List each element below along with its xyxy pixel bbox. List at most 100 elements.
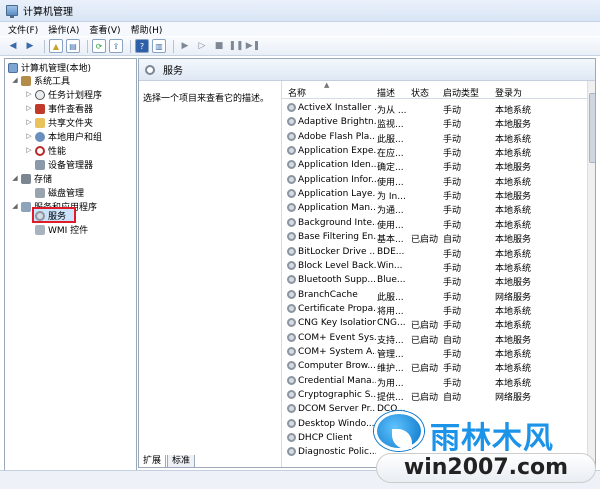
service-description: 提供... xyxy=(377,393,404,403)
show-hide-tree-icon[interactable]: ▤ xyxy=(66,39,80,53)
pause-service-icon[interactable]: ❚❚ xyxy=(228,39,243,53)
column-status[interactable]: 状态 xyxy=(411,86,429,99)
service-row[interactable]: BitLocker Drive ... BDE... 手动 本地系统 xyxy=(282,245,587,260)
service-name: Computer Brow... xyxy=(298,361,376,372)
up-folder-icon[interactable]: ▲ xyxy=(49,39,63,53)
service-row[interactable]: CNG Key Isolation CNG... 已启动 手动 本地系统 xyxy=(282,316,587,332)
service-row[interactable]: Application Infor... 使用... 手动 本地系统 xyxy=(282,173,587,188)
service-logon-as: 本地系统 xyxy=(495,263,532,274)
gear-icon xyxy=(287,361,296,371)
service-row[interactable]: Computer Brow... 维护... 已启动 手动 本地系统 xyxy=(282,359,587,374)
service-row[interactable]: Bluetooth Supp... Blue... 手动 本地服务 xyxy=(282,273,587,288)
column-name[interactable]: 名称 xyxy=(288,86,306,99)
tab-extended[interactable]: 扩展 xyxy=(138,455,167,468)
service-description: 管理... xyxy=(377,349,404,360)
tree-item-services[interactable]: 服务 xyxy=(35,209,66,222)
start-service-alt-icon[interactable]: ▷ xyxy=(195,39,209,53)
service-row[interactable]: Adaptive Brightn... 监视... 手动 本地服务 xyxy=(282,115,587,130)
service-startup-type: 手动 xyxy=(443,292,462,303)
service-row[interactable]: ActiveX Installer ... 为从 ... 手动 本地系统 xyxy=(282,101,587,116)
collapse-arrow-icon[interactable]: ◢ xyxy=(11,202,19,210)
service-status: 已启动 xyxy=(411,235,439,246)
gear-icon xyxy=(287,174,296,184)
properties-icon[interactable]: ▥ xyxy=(152,39,166,53)
service-row[interactable]: Cryptographic S... 提供... 已启动 自动 网络服务 xyxy=(282,388,587,403)
menu-help[interactable]: 帮助(H) xyxy=(131,23,163,36)
menu-file[interactable]: 文件(F) xyxy=(8,23,38,36)
performance-icon xyxy=(35,145,45,156)
column-description[interactable]: 描述 xyxy=(377,86,395,99)
menu-action[interactable]: 操作(A) xyxy=(48,23,79,36)
tree-item-wmi[interactable]: WMI 控件 xyxy=(35,223,88,236)
column-startup-type[interactable]: 启动类型 xyxy=(443,86,479,99)
back-arrow-icon[interactable]: ◀ xyxy=(6,39,20,53)
service-row[interactable]: COM+ System A... 管理... 手动 本地系统 xyxy=(282,345,587,360)
service-row[interactable]: Base Filtering En... 基本... 已启动 自动 本地服务 xyxy=(282,230,587,246)
watermark-title: 雨林木风 xyxy=(430,421,554,456)
tree-item-system-tools[interactable]: 系统工具 xyxy=(21,74,70,87)
disk-icon xyxy=(35,187,45,198)
tree-item-storage[interactable]: 存储 xyxy=(21,172,52,185)
sort-ascending-icon: ▲ xyxy=(324,81,330,89)
tree-item-shared-folders[interactable]: 共享文件夹 xyxy=(35,116,93,129)
expand-arrow-icon[interactable]: ▷ xyxy=(25,118,33,126)
service-name: BranchCache xyxy=(298,289,358,300)
stop-service-icon[interactable]: ■ xyxy=(212,39,226,53)
service-row[interactable]: Credential Mana... 为用... 手动 本地系统 xyxy=(282,374,587,389)
gear-icon xyxy=(287,404,296,414)
gear-icon xyxy=(287,189,296,199)
service-startup-type: 手动 xyxy=(443,192,462,203)
service-row[interactable]: Application Expe... 在应... 手动 本地系统 xyxy=(282,144,587,159)
expand-arrow-icon[interactable]: ▷ xyxy=(25,104,33,112)
tree-item-task-scheduler[interactable]: 任务计划程序 xyxy=(35,88,102,101)
computer-management-icon xyxy=(6,5,18,18)
forward-arrow-icon[interactable]: ▶ xyxy=(23,39,37,53)
service-startup-type: 手动 xyxy=(443,177,462,188)
service-description: 为通... xyxy=(377,206,404,217)
expand-arrow-icon[interactable]: ▷ xyxy=(25,132,33,140)
gear-icon xyxy=(287,117,296,127)
service-row[interactable]: Adobe Flash Pla... 此服... 手动 本地系统 xyxy=(282,130,587,145)
tree-item-device-manager[interactable]: 设备管理器 xyxy=(35,158,93,171)
tree-item-event-viewer[interactable]: 事件查看器 xyxy=(35,102,93,115)
service-name: Application Laye... xyxy=(298,189,376,200)
collapse-arrow-icon[interactable]: ◢ xyxy=(11,174,19,182)
tab-standard[interactable]: 标准 xyxy=(167,455,196,468)
start-service-icon[interactable]: ▶ xyxy=(178,39,192,53)
service-row[interactable]: Background Inte... 使用... 手动 本地系统 xyxy=(282,216,587,231)
expand-arrow-icon[interactable]: ▷ xyxy=(25,90,33,98)
service-description: 为 In... xyxy=(377,192,406,203)
tree-item-performance[interactable]: 性能 xyxy=(35,144,66,157)
menu-view[interactable]: 查看(V) xyxy=(89,23,120,36)
tree-item-disk-management[interactable]: 磁盘管理 xyxy=(35,186,84,199)
service-row[interactable]: Application Iden... 确定... 手动 本地服务 xyxy=(282,158,587,174)
tree-item-local-users[interactable]: 本地用户和组 xyxy=(35,130,102,143)
restart-service-icon[interactable]: ▶❚ xyxy=(246,39,260,53)
collapse-arrow-icon[interactable]: ◢ xyxy=(11,76,19,84)
expand-arrow-icon[interactable]: ▷ xyxy=(25,146,33,154)
watermark-url: win2007.com xyxy=(376,453,596,483)
tree-item-root[interactable]: 计算机管理(本地) xyxy=(8,61,91,74)
help-icon[interactable]: ? xyxy=(135,39,149,53)
service-row[interactable]: Application Laye... 为 In... 手动 本地服务 xyxy=(282,187,587,203)
service-row[interactable]: Block Level Back... Win... 手动 本地系统 xyxy=(282,259,587,274)
service-row[interactable]: Application Man... 为通... 手动 本地系统 xyxy=(282,201,587,217)
service-logon-as: 本地系统 xyxy=(495,321,532,332)
column-logon-as[interactable]: 登录为 xyxy=(495,86,522,99)
computer-icon xyxy=(8,62,18,73)
service-logon-as: 本地系统 xyxy=(495,106,532,116)
scrollbar-thumb[interactable] xyxy=(589,93,595,163)
service-row[interactable]: COM+ Event Sys... 支持... 已启动 自动 本地服务 xyxy=(282,331,587,346)
export-list-icon[interactable]: ⇪ xyxy=(109,39,123,53)
toolbar: ◀ ▶ ▲ ▤ ⟳ ⇪ ? ▥ ▶ ▷ ■ ❚❚ ▶❚ xyxy=(0,37,600,56)
device-manager-icon xyxy=(35,159,45,170)
service-row[interactable]: BranchCache 此服... 手动 网络服务 xyxy=(282,288,587,303)
service-description: 为用... xyxy=(377,378,404,389)
shared-folder-icon xyxy=(35,117,45,128)
service-logon-as: 本地服务 xyxy=(495,163,532,174)
service-logon-as: 本地系统 xyxy=(495,378,532,389)
service-startup-type: 手动 xyxy=(443,321,462,332)
service-row[interactable]: Certificate Propa... 将用... 手动 本地系统 xyxy=(282,302,587,317)
refresh-icon[interactable]: ⟳ xyxy=(92,39,106,53)
gear-icon xyxy=(35,210,45,221)
